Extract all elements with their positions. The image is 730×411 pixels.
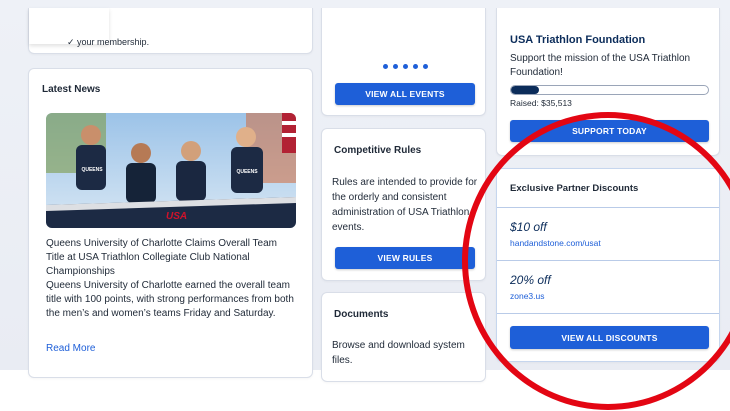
carousel-dot[interactable] [383, 64, 388, 69]
carousel-dot[interactable] [423, 64, 428, 69]
raised-amount: Raised: $35,513 [510, 98, 572, 108]
discount-link[interactable]: zone3.us [510, 291, 545, 301]
support-today-button[interactable]: SUPPORT TODAY [510, 120, 709, 142]
events-card: VIEW ALL EVENTS [321, 8, 486, 116]
foundation-card: USA Triathlon Foundation Support the mis… [496, 8, 720, 156]
rules-body: Rules are intended to provide for the or… [332, 177, 478, 233]
discounts-title: Exclusive Partner Discounts [510, 183, 639, 194]
carousel-dot[interactable] [413, 64, 418, 69]
view-all-events-button[interactable]: VIEW ALL EVENTS [335, 83, 475, 105]
membership-card: ✓ your membership. [28, 8, 313, 54]
view-rules-button[interactable]: VIEW RULES [335, 247, 475, 269]
latest-news-card: Latest News QUEENS QUEENS USA Queens Uni… [28, 68, 313, 378]
documents-body: Browse and download system files. [332, 340, 465, 366]
rules-card: Competitive Rules Rules are intended to … [321, 128, 486, 281]
news-headline[interactable]: Queens University of Charlotte Claims Ov… [46, 237, 296, 279]
fundraising-progress-bar [510, 85, 709, 95]
documents-title: Documents [334, 309, 389, 320]
foundation-title: USA Triathlon Foundation [510, 34, 646, 46]
discount-link[interactable]: handandstone.com/usat [510, 238, 601, 248]
carousel-dot[interactable] [403, 64, 408, 69]
banner-text: USA [166, 211, 187, 222]
discount-offer[interactable]: $10 off handandstone.com/usat [497, 208, 719, 260]
read-more-link[interactable]: Read More [46, 343, 95, 354]
membership-text: ✓ your membership. [67, 37, 150, 47]
discount-offer[interactable]: 20% off zone3.us [497, 261, 719, 313]
rules-title: Competitive Rules [334, 145, 422, 156]
foundation-body: Support the mission of the USA Triathlon… [510, 53, 691, 78]
discount-amount: 20% off [510, 273, 551, 287]
jersey-text: QUEENS [236, 169, 258, 175]
news-body: Queens University of Charlotte earned th… [46, 280, 294, 319]
divider [497, 313, 719, 314]
news-photo[interactable]: QUEENS QUEENS USA [46, 113, 296, 228]
discount-amount: $10 off [510, 220, 547, 234]
view-all-discounts-button[interactable]: VIEW ALL DISCOUNTS [510, 326, 709, 349]
discounts-card: Exclusive Partner Discounts $10 off hand… [496, 168, 720, 362]
documents-card: Documents Browse and download system fil… [321, 292, 486, 382]
latest-news-title: Latest News [42, 84, 101, 95]
fundraising-progress-fill [511, 86, 539, 94]
carousel-dot[interactable] [393, 64, 398, 69]
jersey-text: QUEENS [81, 167, 103, 173]
